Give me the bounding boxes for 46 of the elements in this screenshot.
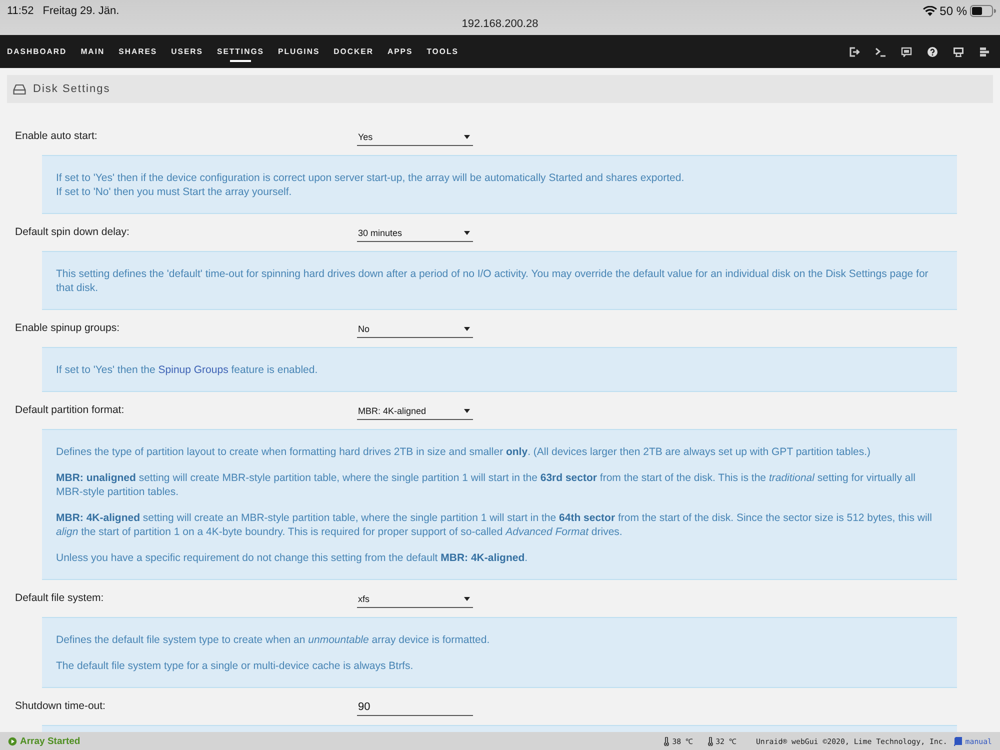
play-icon (8, 736, 17, 746)
caret-icon (464, 596, 470, 600)
thermometer-icon (708, 736, 713, 746)
help-text: Defines the type of partition layout to create when formatting hard drives 2TB in size and smaller only. (All devices larger then 2TB are always set up with GPT partition tables.) (56, 445, 872, 459)
help-text: Defines the default file system type to create when an unmountable array device is formatted. (56, 633, 491, 647)
terminal-icon[interactable] (875, 46, 886, 56)
dropdown[interactable]: xfs (357, 590, 473, 608)
wifi-icon (922, 6, 937, 16)
hard-drive-icon (13, 84, 26, 94)
dropdown[interactable]: No (357, 320, 473, 338)
help-text: Unless you have a specific requirement do not change this setting from the default MBR: 4K-aligned. (56, 551, 529, 565)
help-text: MBR: 4K-aligned setting will create an MBR-style partition table, where the single partition 1 will start in the 64th sector from the start of the disk. Since the sector size is 512 bytes, this will align the start of partition 1 on a 4K-byte boundry. This is required for proper support of so-called Advanced Format drives. (56, 511, 933, 539)
dropdown[interactable]: Yes (357, 128, 473, 146)
clock-time: 11:52 (7, 4, 34, 16)
section-title: Disk Settings (33, 83, 110, 95)
battery-percent: 50 % (940, 4, 967, 18)
setting-label: Default partition format: (15, 404, 126, 416)
dropdown[interactable]: 30 minutes (357, 224, 473, 242)
caret-icon (464, 230, 470, 234)
chat-icon[interactable] (901, 46, 912, 56)
input-field[interactable]: 90 (357, 698, 473, 716)
dropdown[interactable]: MBR: 4K-aligned (357, 402, 473, 420)
help-text: MBR: unaligned setting will create MBR-style partition table, where the single partition 1 will start in the 63rd sector from the start of the disk. This is the traditional setting for virtually all MBR-style partition tables. (56, 471, 916, 499)
setting-label: Default spin down delay: (15, 226, 130, 238)
help-text: This setting defines the 'default' time-out for spinning hard drives down after a period of no I/O activity. You may override the default value for an individual disk on the Disk Settings page for that disk. (56, 267, 930, 295)
caret-icon (464, 326, 470, 330)
setting-label: Enable spinup groups: (15, 322, 120, 334)
setting-label: Shutdown time-out: (15, 700, 106, 712)
caret-icon (464, 134, 470, 138)
battery-icon (970, 4, 996, 16)
array-status: Array Started (20, 736, 80, 746)
book-icon (954, 736, 962, 746)
setting-label: Default file system: (15, 592, 105, 604)
help-text: The default file system type for a single or multi-device cache is always Btrfs. (56, 659, 414, 673)
address-text[interactable]: 192.168.200.28 (462, 18, 538, 31)
logout-icon[interactable] (849, 46, 860, 56)
thermometer-icon (664, 736, 670, 746)
help-icon[interactable] (927, 46, 938, 56)
help-text: If set to 'Yes' then the Spinup Groups feature is enabled. (56, 363, 319, 377)
setting-label: Enable auto start: (15, 130, 98, 142)
help-text: If set to 'Yes' then if the device configuration is correct upon server start-up, the array will be automatically Started and shares exported. If set to 'No' then you must Start the array yourself. (56, 171, 686, 199)
caret-icon (464, 408, 470, 412)
monitor-icon[interactable] (953, 46, 964, 56)
date-text: Freitag 29. Jän. (42, 4, 120, 16)
list-icon[interactable] (979, 46, 990, 56)
help-link[interactable]: Spinup Groups (158, 364, 228, 376)
